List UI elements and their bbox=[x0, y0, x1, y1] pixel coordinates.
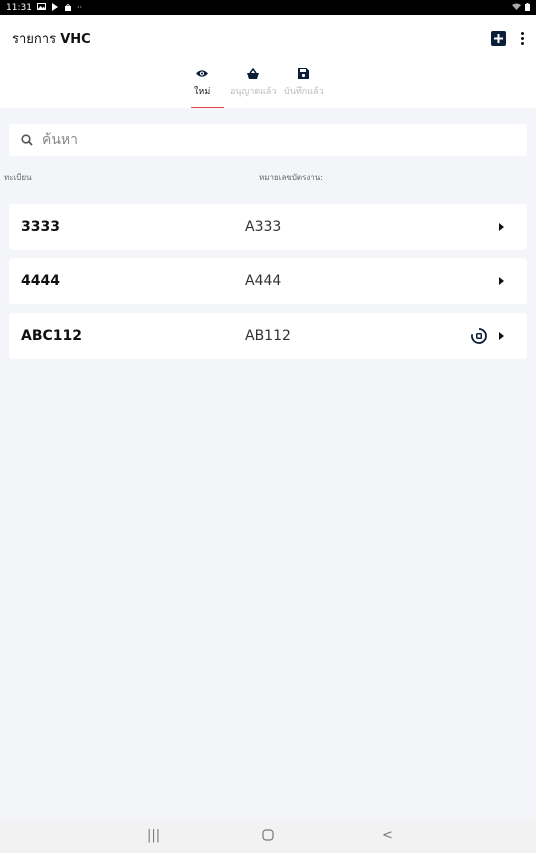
recent-apps-button[interactable]: ||| bbox=[147, 829, 160, 842]
chevron-right-icon bbox=[499, 332, 504, 340]
job-number-value: A444 bbox=[245, 273, 282, 289]
more-icon: ·· bbox=[76, 2, 83, 12]
more-vert-icon-dot bbox=[520, 36, 524, 40]
column-header-registration: ทะเบียน bbox=[4, 173, 32, 182]
chevron-right-icon bbox=[499, 223, 504, 231]
status-bar: 11:31 ·· bbox=[0, 0, 536, 15]
more-vert-icon-dot bbox=[520, 31, 524, 35]
tab-new-label: ใหม่ bbox=[194, 87, 211, 97]
play-icon bbox=[51, 2, 59, 13]
in-progress-icon bbox=[470, 327, 488, 345]
main-content: ค้นหา ทะเบียน หมายเลขบัตรงาน: 3333 A333 … bbox=[0, 108, 536, 821]
tab-approved[interactable]: อนุญาตแล้ว bbox=[230, 66, 277, 98]
registration-value: ABC112 bbox=[21, 328, 83, 344]
tab-saved-label: บันทึกแล้ว bbox=[284, 87, 324, 97]
back-button[interactable]: < bbox=[382, 829, 393, 842]
eye-icon bbox=[196, 66, 209, 80]
title-prefix: รายการ bbox=[12, 31, 61, 47]
tab-new[interactable]: ใหม่ bbox=[194, 66, 210, 98]
job-number-value: A333 bbox=[245, 219, 282, 235]
registration-value: 3333 bbox=[21, 219, 60, 235]
app-bar: รายการ VHC bbox=[0, 15, 536, 61]
chevron-right-icon bbox=[499, 277, 504, 285]
home-button[interactable] bbox=[262, 829, 274, 844]
home-icon bbox=[262, 829, 274, 841]
title-vhc: VHC bbox=[60, 31, 91, 47]
basket-icon bbox=[247, 66, 260, 80]
list-item[interactable]: 3333 A333 bbox=[9, 204, 527, 250]
battery-icon bbox=[525, 2, 530, 13]
add-button[interactable] bbox=[491, 30, 506, 46]
search-input[interactable]: ค้นหา bbox=[42, 129, 78, 151]
list-item[interactable]: 4444 A444 bbox=[9, 258, 527, 304]
more-vert-icon-dot bbox=[520, 41, 524, 45]
column-header-job-number: หมายเลขบัตรงาน: bbox=[259, 173, 323, 182]
search-icon bbox=[21, 131, 33, 150]
list-item[interactable]: ABC112 AB112 bbox=[9, 313, 527, 359]
search-field[interactable]: ค้นหา bbox=[9, 124, 527, 156]
tab-approved-label: อนุญาตแล้ว bbox=[230, 87, 277, 97]
more-vert-button[interactable] bbox=[518, 31, 526, 45]
clock: 11:31 bbox=[6, 2, 32, 13]
shopping-icon bbox=[64, 3, 72, 13]
system-nav-bar: ||| < bbox=[0, 821, 536, 853]
image-icon bbox=[36, 3, 46, 12]
registration-value: 4444 bbox=[21, 273, 60, 289]
save-icon bbox=[298, 66, 310, 80]
tab-saved[interactable]: บันทึกแล้ว bbox=[284, 66, 324, 98]
wifi-icon bbox=[512, 3, 521, 12]
add-icon bbox=[494, 33, 503, 43]
page-title: รายการ VHC bbox=[12, 28, 91, 49]
tab-bar: ใหม่ อนุญาตแล้ว บันทึกแล้ว bbox=[0, 61, 536, 109]
job-number-value: AB112 bbox=[245, 328, 291, 344]
